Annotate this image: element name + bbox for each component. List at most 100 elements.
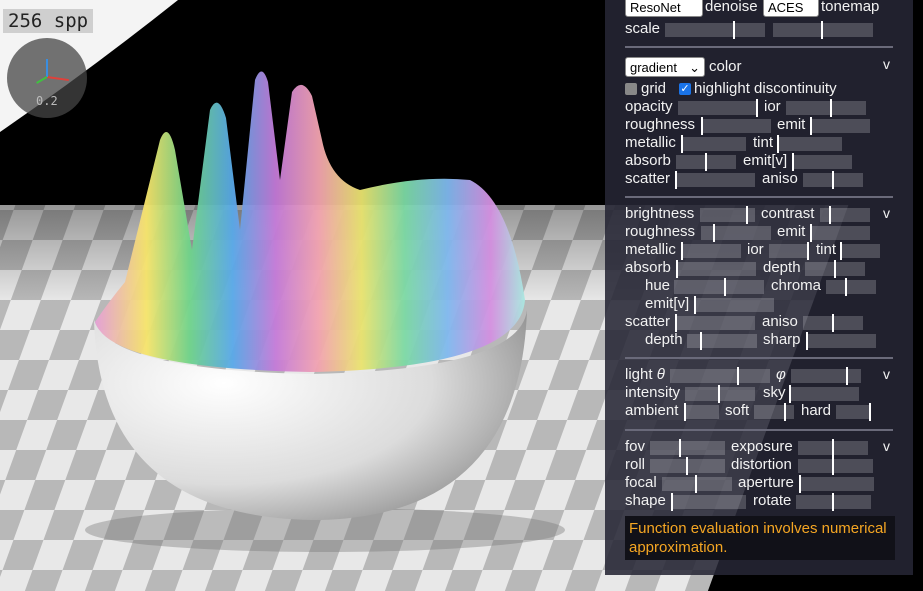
ior-slider[interactable]: [786, 99, 866, 117]
vol-metallic-slider[interactable]: [681, 242, 741, 260]
ior-label: ior: [764, 98, 781, 115]
depth-slider[interactable]: [805, 260, 865, 278]
vol-metallic-label: metallic: [625, 241, 676, 258]
sharp-label: sharp: [763, 331, 801, 348]
z-axis-icon: [36, 76, 48, 84]
camera-collapse-toggle[interactable]: v: [883, 438, 890, 454]
aperture-slider[interactable]: [799, 475, 874, 493]
vol-roughness-slider[interactable]: [701, 224, 771, 242]
phi-slider[interactable]: [791, 367, 861, 385]
sharp-slider[interactable]: [806, 332, 876, 350]
gizmo-value: 0.2: [36, 94, 58, 108]
emit-slider[interactable]: [810, 117, 870, 135]
y-axis-icon: [46, 59, 48, 77]
color-label: color: [709, 58, 742, 75]
settings-panel: ResoNet denoise ACES tonemap scale gradi…: [605, 0, 913, 575]
warning-message: Function evaluation involves numerical a…: [625, 516, 895, 560]
theta-slider[interactable]: [670, 367, 770, 385]
intensity-label: intensity: [625, 384, 681, 401]
sky-label: sky: [763, 384, 786, 401]
ambient-label: ambient: [625, 402, 679, 419]
tint-label: tint: [753, 134, 774, 151]
sample-counter: 256 spp: [3, 9, 94, 33]
tonemap-select[interactable]: ACES: [763, 0, 819, 17]
soft-slider[interactable]: [754, 403, 794, 421]
material-collapse-toggle[interactable]: v: [883, 56, 890, 72]
distortion-slider[interactable]: [798, 457, 873, 475]
focal-label: focal: [625, 474, 657, 491]
volume-collapse-toggle[interactable]: v: [883, 205, 890, 221]
vol-tint-label: tint: [816, 241, 837, 258]
grid-label: grid: [641, 80, 667, 97]
brightness-slider[interactable]: [700, 206, 755, 224]
divider: [625, 46, 893, 48]
metallic-slider[interactable]: [681, 135, 746, 153]
distortion-label: distortion: [731, 456, 792, 473]
highlight-label: highlight discontinuity: [694, 80, 837, 97]
divider: [625, 196, 893, 198]
divider: [625, 357, 893, 359]
vol-scatter-slider[interactable]: [675, 314, 755, 332]
axis-gizmo[interactable]: 0.2: [7, 38, 87, 118]
emit-v-label: emit[v]: [743, 152, 788, 169]
tint-slider[interactable]: [777, 135, 842, 153]
aniso-slider[interactable]: [803, 171, 863, 189]
vol-emit-v-label: emit[v]: [645, 295, 690, 312]
denoise-select[interactable]: ResoNet: [625, 0, 703, 17]
absorb-label: absorb: [625, 152, 671, 169]
roll-slider[interactable]: [650, 457, 725, 475]
scale-label: scale: [625, 20, 661, 37]
roll-label: roll: [625, 456, 646, 473]
theta-symbol: θ: [656, 366, 665, 383]
scale-slider-b[interactable]: [773, 21, 873, 39]
absorb-slider[interactable]: [676, 153, 736, 171]
vol-ior-slider[interactable]: [769, 242, 809, 260]
emit-label: emit: [777, 116, 806, 133]
scatter-slider[interactable]: [675, 171, 755, 189]
brightness-label: brightness: [625, 205, 695, 222]
hard-label: hard: [801, 402, 832, 419]
fov-slider[interactable]: [650, 439, 725, 457]
rotate-slider[interactable]: [796, 493, 871, 511]
vol-emit-slider[interactable]: [810, 224, 870, 242]
divider: [625, 429, 893, 431]
ambient-slider[interactable]: [684, 403, 719, 421]
vol-aniso-label: aniso: [762, 313, 798, 330]
scale-slider-a[interactable]: [665, 21, 765, 39]
vol-absorb-label: absorb: [625, 259, 671, 276]
hard-slider[interactable]: [836, 403, 871, 421]
focal-slider[interactable]: [662, 475, 732, 493]
metallic-label: metallic: [625, 134, 676, 151]
opacity-slider[interactable]: [678, 99, 758, 117]
fov-label: fov: [625, 438, 646, 455]
hue-slider[interactable]: [674, 278, 764, 296]
aniso-label: aniso: [762, 170, 798, 187]
denoise-label: denoise: [705, 0, 758, 15]
hue-label: hue: [645, 277, 671, 294]
shape-slider[interactable]: [671, 493, 746, 511]
intensity-slider[interactable]: [685, 385, 755, 403]
roughness-slider[interactable]: [701, 117, 771, 135]
emit-v-slider[interactable]: [792, 153, 852, 171]
vol-emit-label: emit: [777, 223, 806, 240]
scatter-label: scatter: [625, 170, 671, 187]
vol-aniso-slider[interactable]: [803, 314, 863, 332]
chroma-slider[interactable]: [826, 278, 876, 296]
vol-tint-slider[interactable]: [840, 242, 880, 260]
depth2-slider[interactable]: [687, 332, 757, 350]
highlight-checkbox[interactable]: ✓: [679, 83, 691, 95]
aperture-label: aperture: [738, 474, 794, 491]
contrast-slider[interactable]: [820, 206, 870, 224]
vol-ior-label: ior: [747, 241, 764, 258]
sky-slider[interactable]: [789, 385, 859, 403]
lighting-collapse-toggle[interactable]: v: [883, 366, 890, 382]
opacity-label: opacity: [625, 98, 673, 115]
chroma-label: chroma: [771, 277, 822, 294]
vol-roughness-label: roughness: [625, 223, 696, 240]
vol-emit-v-slider[interactable]: [694, 296, 774, 314]
rotate-label: rotate: [753, 492, 792, 509]
exposure-slider[interactable]: [798, 439, 868, 457]
grid-checkbox[interactable]: [625, 83, 637, 95]
vol-absorb-slider[interactable]: [676, 260, 756, 278]
color-mode-select[interactable]: gradient ⌄: [625, 57, 705, 77]
